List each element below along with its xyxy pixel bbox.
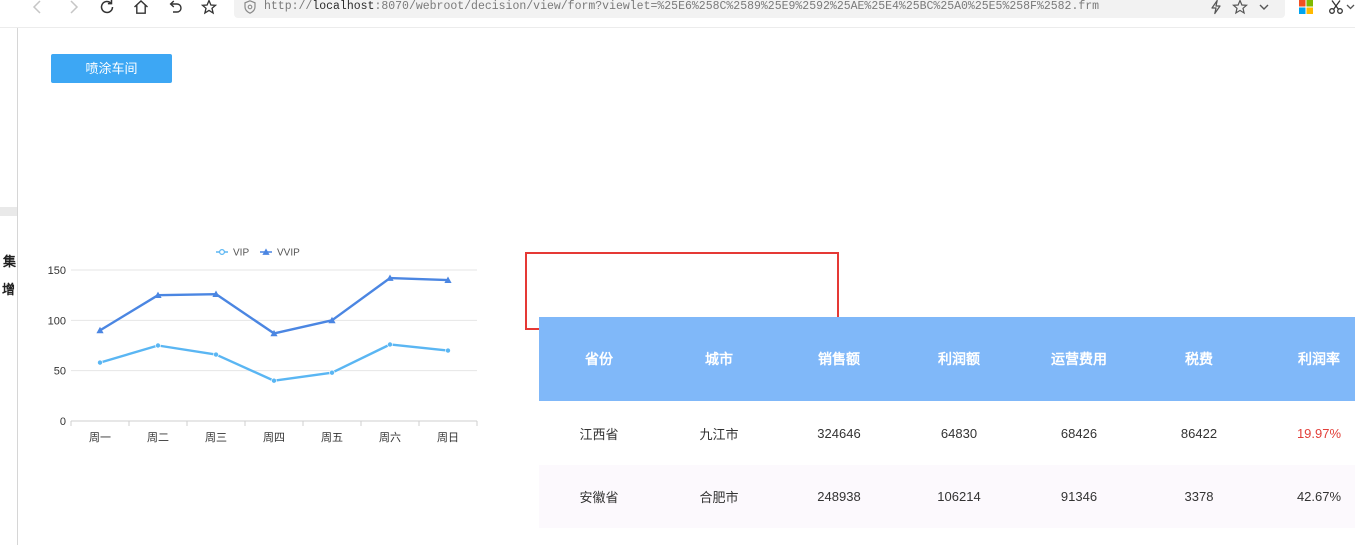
y-tick-label: 50 bbox=[54, 366, 66, 378]
windows-logo-icon[interactable] bbox=[1298, 0, 1314, 15]
shield-icon[interactable] bbox=[242, 0, 258, 15]
url-scheme: http:// bbox=[264, 0, 313, 13]
legend-label: VVIP bbox=[277, 248, 300, 259]
table-cell: 3378 bbox=[1184, 489, 1214, 504]
data-point-vip bbox=[97, 359, 103, 366]
y-tick-label: 150 bbox=[48, 265, 66, 277]
table-header-cell: 税费 bbox=[1185, 351, 1213, 367]
data-table: 省份 城市 销售额 利润额 运营费用 税费 利润率 江西省 九江市 324646… bbox=[539, 317, 1355, 528]
y-tick-label: 100 bbox=[48, 315, 66, 327]
table-cell: 九江市 bbox=[699, 426, 739, 442]
table-cell: 64830 bbox=[940, 425, 978, 441]
star-icon[interactable] bbox=[1232, 0, 1248, 15]
legend-label: VIP bbox=[233, 248, 249, 259]
table-header-cell: 销售额 bbox=[818, 351, 860, 367]
favorite-star-icon[interactable] bbox=[201, 0, 217, 15]
legend-item-vvip[interactable]: VVIP bbox=[260, 248, 300, 259]
undo-icon[interactable] bbox=[167, 0, 183, 15]
back-icon[interactable] bbox=[30, 0, 46, 15]
data-point-vip bbox=[271, 377, 277, 384]
x-tick-label: 周五 bbox=[321, 431, 343, 444]
side-panel-label[interactable]: 增 bbox=[2, 282, 15, 298]
table-row: 安徽省 合肥市 248938 106214 91346 3378 42.67% bbox=[539, 465, 1355, 528]
url-host: localhost bbox=[312, 0, 375, 13]
table-header-cell: 省份 bbox=[585, 351, 613, 367]
table-header-cell: 利润率 bbox=[1298, 351, 1340, 367]
table-cell: 86422 bbox=[1180, 425, 1218, 441]
table-header-cell: 城市 bbox=[705, 351, 733, 367]
background-page-strip: 集 增 bbox=[0, 28, 18, 545]
table-cell: 68426 bbox=[1060, 425, 1098, 441]
table-header-cell: 利润额 bbox=[938, 351, 980, 367]
table-cell: 江西省 bbox=[579, 426, 619, 442]
url-text[interactable]: http://localhost:8070/webroot/decision/v… bbox=[264, 0, 1099, 15]
legend-item-vip[interactable]: VIP bbox=[216, 248, 249, 259]
table-cell: 91346 bbox=[1060, 489, 1098, 504]
data-point-vip bbox=[387, 341, 393, 348]
line-chart: 0 50 100 150 周一 周二 周三 周四 周五 周六 周日 VIP VVIP bbox=[30, 238, 490, 450]
side-panel-divider bbox=[0, 207, 17, 216]
data-point-vip bbox=[155, 342, 161, 349]
x-tick-label: 周四 bbox=[263, 431, 285, 444]
table-cell: 324646 bbox=[817, 425, 861, 441]
side-panel-label[interactable]: 集 bbox=[3, 254, 16, 270]
table-header-row: 省份 城市 销售额 利润额 运营费用 税费 利润率 bbox=[539, 317, 1355, 401]
table-header-cell: 运营费用 bbox=[1051, 351, 1107, 367]
lightning-icon[interactable] bbox=[1208, 0, 1224, 15]
legend-marker bbox=[219, 249, 226, 256]
data-point-vip bbox=[213, 351, 219, 358]
line-chart-svg: 0 50 100 150 周一 周二 周三 周四 周五 周六 周日 VIP VVIP bbox=[48, 248, 478, 444]
scissors-icon[interactable] bbox=[1328, 0, 1344, 15]
x-tick-label: 周日 bbox=[437, 431, 459, 444]
x-tick-label: 周一 bbox=[89, 431, 111, 444]
y-tick-label: 0 bbox=[60, 416, 66, 428]
url-path: :8070/webroot/decision/view/form?viewlet… bbox=[374, 0, 1100, 13]
series-line-vip bbox=[99, 343, 449, 382]
table-cell-highlight: 19.97% bbox=[1296, 425, 1342, 441]
refresh-icon[interactable] bbox=[99, 0, 115, 15]
table-cell: 106214 bbox=[937, 489, 981, 504]
chevron-down-icon[interactable] bbox=[1256, 0, 1272, 15]
table-cell: 安徽省 bbox=[579, 490, 619, 505]
browser-toolbar: http://localhost:8070/webroot/decision/v… bbox=[0, 0, 1355, 28]
data-point-vip bbox=[445, 347, 451, 354]
x-tick-label: 周二 bbox=[147, 431, 169, 444]
home-icon[interactable] bbox=[133, 0, 149, 15]
data-point-vip bbox=[329, 369, 335, 376]
table-cell: 248938 bbox=[817, 489, 861, 504]
table-cell: 42.67% bbox=[1296, 489, 1342, 504]
x-tick-label: 周六 bbox=[379, 431, 401, 444]
x-tick-label: 周三 bbox=[205, 431, 227, 444]
table-cell: 合肥市 bbox=[699, 490, 739, 505]
workshop-button[interactable]: 喷涂车间 bbox=[51, 54, 172, 83]
forward-icon[interactable] bbox=[65, 0, 81, 15]
series-line-vvip bbox=[99, 276, 449, 335]
table-row: 江西省 九江市 324646 64830 68426 86422 19.97% bbox=[539, 401, 1355, 465]
address-bar[interactable]: http://localhost:8070/webroot/decision/v… bbox=[234, 0, 1285, 18]
chevron-down-icon[interactable] bbox=[1345, 0, 1355, 15]
